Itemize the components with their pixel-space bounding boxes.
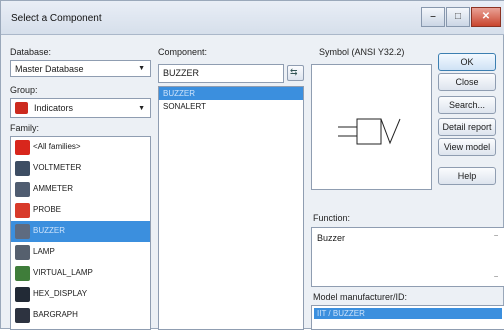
- function-label: Function:: [313, 213, 351, 223]
- group-value: Indicators: [34, 103, 74, 113]
- ok-button[interactable]: OK: [438, 53, 496, 71]
- family-item[interactable]: VIRTUAL_LAMP: [11, 263, 150, 284]
- select-component-dialog: Select a Component – □ ✕ Database: Maste…: [0, 0, 504, 330]
- family-item-label: LAMP: [33, 247, 55, 256]
- help-button[interactable]: Help: [438, 167, 496, 185]
- model-row[interactable]: IIT / BUZZER: [314, 308, 502, 319]
- filter-icon: ⇆: [290, 67, 298, 77]
- family-item-label: BARGRAPH: [33, 310, 78, 319]
- component-search-input[interactable]: BUZZER: [158, 64, 284, 83]
- minimize-icon: –: [430, 11, 436, 22]
- symbol-preview: [311, 64, 432, 190]
- detail-report-button[interactable]: Detail report: [438, 118, 496, 136]
- chevron-down-icon: ▼: [138, 105, 145, 112]
- family-item-label: VOLTMETER: [33, 163, 82, 172]
- close-window-button[interactable]: ✕: [471, 7, 501, 27]
- scroll-up-icon[interactable]: –: [494, 232, 498, 239]
- close-button[interactable]: Close: [438, 73, 496, 91]
- virtual-lamp-icon: [15, 266, 30, 281]
- component-item[interactable]: BUZZER: [159, 87, 303, 100]
- database-label: Database:: [10, 47, 52, 57]
- view-model-button[interactable]: View model: [438, 138, 496, 156]
- family-item[interactable]: LAMP: [11, 242, 150, 263]
- search-button[interactable]: Search...: [438, 96, 496, 114]
- chevron-down-icon: ▼: [138, 65, 145, 72]
- probe-icon: [15, 203, 30, 218]
- title-bar: Select a Component – □ ✕: [1, 1, 504, 35]
- filter-button[interactable]: ⇆: [287, 65, 304, 81]
- lamp-icon: [15, 245, 30, 260]
- close-icon: ✕: [481, 11, 491, 22]
- family-label: Family:: [10, 123, 39, 133]
- function-value: Buzzer: [317, 233, 346, 243]
- scroll-down-icon[interactable]: –: [494, 273, 498, 280]
- window-title: Select a Component: [11, 13, 102, 24]
- group-select[interactable]: Indicators ▼: [10, 98, 151, 118]
- family-item-label: HEX_DISPLAY: [33, 289, 88, 298]
- indicators-icon: [15, 102, 28, 114]
- function-box: Buzzer – –: [311, 227, 504, 287]
- component-list[interactable]: BUZZER SONALERT: [158, 86, 304, 330]
- family-item[interactable]: VOLTMETER: [11, 158, 150, 179]
- family-item-label: PROBE: [33, 205, 62, 214]
- family-item[interactable]: <All families>: [11, 137, 150, 158]
- component-search-value: BUZZER: [163, 68, 199, 78]
- symbol-label: Symbol (ANSI Y32.2): [319, 47, 405, 57]
- hex-display-icon: [15, 287, 30, 302]
- voltmeter-icon: [15, 161, 30, 176]
- component-item[interactable]: SONALERT: [159, 100, 303, 113]
- family-item-label: VIRTUAL_LAMP: [33, 268, 93, 277]
- component-label: Component:: [158, 47, 208, 57]
- all-families-icon: [15, 140, 30, 155]
- ammeter-icon: [15, 182, 30, 197]
- family-item[interactable]: PROBE: [11, 200, 150, 221]
- buzzer-symbol-icon: [338, 118, 401, 145]
- database-select[interactable]: Master Database ▼: [10, 60, 151, 77]
- bargraph-icon: [15, 308, 30, 323]
- group-label: Group:: [10, 85, 38, 95]
- buzzer-icon: [15, 224, 30, 239]
- model-list[interactable]: IIT / BUZZER: [311, 305, 504, 330]
- maximize-icon: □: [454, 11, 462, 22]
- family-list[interactable]: <All families> VOLTMETER AMMETER PROBE BUZZE…: [10, 136, 151, 330]
- family-item[interactable]: BUZZER: [11, 221, 150, 242]
- family-item-label: AMMETER: [33, 184, 73, 193]
- minimize-button[interactable]: –: [421, 7, 445, 27]
- maximize-button[interactable]: □: [446, 7, 470, 27]
- family-item[interactable]: HEX_DISPLAY: [11, 284, 150, 305]
- family-item-label: <All families>: [33, 142, 81, 151]
- family-item[interactable]: BARGRAPH: [11, 305, 150, 326]
- family-item-label: BUZZER: [33, 226, 65, 235]
- model-value: IIT / BUZZER: [317, 309, 365, 318]
- family-item[interactable]: AMMETER: [11, 179, 150, 200]
- model-label: Model manufacturer/ID:: [313, 292, 408, 302]
- database-value: Master Database: [15, 64, 84, 74]
